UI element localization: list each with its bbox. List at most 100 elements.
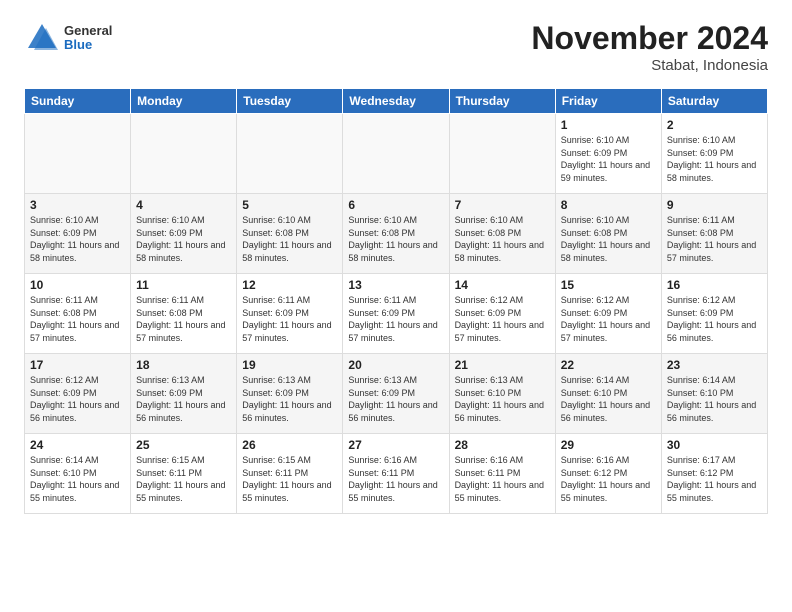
calendar-week-4: 17 Sunrise: 6:12 AM Sunset: 6:09 PM Dayli… bbox=[25, 354, 768, 434]
day-info: Sunrise: 6:14 AM Sunset: 6:10 PM Dayligh… bbox=[667, 374, 762, 424]
day-number: 30 bbox=[667, 438, 762, 452]
calendar-cell: 3 Sunrise: 6:10 AM Sunset: 6:09 PM Daylig… bbox=[25, 194, 131, 274]
day-number: 25 bbox=[136, 438, 231, 452]
day-number: 7 bbox=[455, 198, 550, 212]
calendar-cell: 23 Sunrise: 6:14 AM Sunset: 6:10 PM Dayli… bbox=[661, 354, 767, 434]
day-info: Sunrise: 6:11 AM Sunset: 6:08 PM Dayligh… bbox=[30, 294, 125, 344]
day-info: Sunrise: 6:16 AM Sunset: 6:11 PM Dayligh… bbox=[348, 454, 443, 504]
calendar-cell: 21 Sunrise: 6:13 AM Sunset: 6:10 PM Dayli… bbox=[449, 354, 555, 434]
day-info: Sunrise: 6:10 AM Sunset: 6:09 PM Dayligh… bbox=[561, 134, 656, 184]
calendar-cell: 20 Sunrise: 6:13 AM Sunset: 6:09 PM Dayli… bbox=[343, 354, 449, 434]
day-info: Sunrise: 6:12 AM Sunset: 6:09 PM Dayligh… bbox=[667, 294, 762, 344]
calendar-cell: 14 Sunrise: 6:12 AM Sunset: 6:09 PM Dayli… bbox=[449, 274, 555, 354]
calendar-week-5: 24Sunrise: 6:14 AM Sunset: 6:10 PM Dayli… bbox=[25, 434, 768, 514]
calendar-cell: 24Sunrise: 6:14 AM Sunset: 6:10 PM Dayli… bbox=[25, 434, 131, 514]
location: Stabat, Indonesia bbox=[531, 57, 768, 74]
day-info: Sunrise: 6:10 AM Sunset: 6:09 PM Dayligh… bbox=[667, 134, 762, 184]
day-info: Sunrise: 6:12 AM Sunset: 6:09 PM Dayligh… bbox=[561, 294, 656, 344]
calendar-cell bbox=[449, 114, 555, 194]
calendar-cell bbox=[131, 114, 237, 194]
calendar-cell: 10Sunrise: 6:11 AM Sunset: 6:08 PM Dayli… bbox=[25, 274, 131, 354]
calendar-cell: 29Sunrise: 6:16 AM Sunset: 6:12 PM Dayli… bbox=[555, 434, 661, 514]
calendar-cell: 18 Sunrise: 6:13 AM Sunset: 6:09 PM Dayli… bbox=[131, 354, 237, 434]
calendar-cell bbox=[343, 114, 449, 194]
calendar-cell bbox=[25, 114, 131, 194]
day-number: 18 bbox=[136, 358, 231, 372]
day-number: 22 bbox=[561, 358, 656, 372]
day-info: Sunrise: 6:13 AM Sunset: 6:09 PM Dayligh… bbox=[242, 374, 337, 424]
calendar-header: Sunday Monday Tuesday Wednesday Thursday… bbox=[25, 89, 768, 114]
col-saturday: Saturday bbox=[661, 89, 767, 114]
day-info: Sunrise: 6:12 AM Sunset: 6:09 PM Dayligh… bbox=[30, 374, 125, 424]
day-number: 17 bbox=[30, 358, 125, 372]
logo: General Blue bbox=[24, 20, 112, 56]
calendar-week-1: 1 Sunrise: 6:10 AM Sunset: 6:09 PM Daylig… bbox=[25, 114, 768, 194]
title-block: November 2024 Stabat, Indonesia bbox=[531, 20, 768, 74]
day-number: 21 bbox=[455, 358, 550, 372]
month-title: November 2024 bbox=[531, 20, 768, 57]
day-number: 16 bbox=[667, 278, 762, 292]
day-info: Sunrise: 6:13 AM Sunset: 6:09 PM Dayligh… bbox=[136, 374, 231, 424]
col-monday: Monday bbox=[131, 89, 237, 114]
calendar-cell: 4 Sunrise: 6:10 AM Sunset: 6:09 PM Daylig… bbox=[131, 194, 237, 274]
day-number: 23 bbox=[667, 358, 762, 372]
day-info: Sunrise: 6:16 AM Sunset: 6:12 PM Dayligh… bbox=[561, 454, 656, 504]
day-info: Sunrise: 6:17 AM Sunset: 6:12 PM Dayligh… bbox=[667, 454, 762, 504]
col-sunday: Sunday bbox=[25, 89, 131, 114]
day-info: Sunrise: 6:11 AM Sunset: 6:08 PM Dayligh… bbox=[667, 214, 762, 264]
day-info: Sunrise: 6:13 AM Sunset: 6:10 PM Dayligh… bbox=[455, 374, 550, 424]
day-info: Sunrise: 6:14 AM Sunset: 6:10 PM Dayligh… bbox=[561, 374, 656, 424]
day-number: 8 bbox=[561, 198, 656, 212]
day-info: Sunrise: 6:16 AM Sunset: 6:11 PM Dayligh… bbox=[455, 454, 550, 504]
calendar-cell: 7Sunrise: 6:10 AM Sunset: 6:08 PM Daylig… bbox=[449, 194, 555, 274]
calendar-cell: 15 Sunrise: 6:12 AM Sunset: 6:09 PM Dayli… bbox=[555, 274, 661, 354]
day-info: Sunrise: 6:15 AM Sunset: 6:11 PM Dayligh… bbox=[242, 454, 337, 504]
logo-blue: Blue bbox=[64, 38, 112, 52]
day-number: 28 bbox=[455, 438, 550, 452]
calendar-cell: 25 Sunrise: 6:15 AM Sunset: 6:11 PM Dayli… bbox=[131, 434, 237, 514]
day-number: 1 bbox=[561, 118, 656, 132]
calendar-cell bbox=[237, 114, 343, 194]
calendar-cell: 8Sunrise: 6:10 AM Sunset: 6:08 PM Daylig… bbox=[555, 194, 661, 274]
day-info: Sunrise: 6:10 AM Sunset: 6:09 PM Dayligh… bbox=[136, 214, 231, 264]
day-number: 2 bbox=[667, 118, 762, 132]
day-info: Sunrise: 6:15 AM Sunset: 6:11 PM Dayligh… bbox=[136, 454, 231, 504]
calendar-cell: 28 Sunrise: 6:16 AM Sunset: 6:11 PM Dayli… bbox=[449, 434, 555, 514]
day-number: 9 bbox=[667, 198, 762, 212]
day-number: 3 bbox=[30, 198, 125, 212]
day-number: 12 bbox=[242, 278, 337, 292]
day-info: Sunrise: 6:11 AM Sunset: 6:08 PM Dayligh… bbox=[136, 294, 231, 344]
day-number: 5 bbox=[242, 198, 337, 212]
col-tuesday: Tuesday bbox=[237, 89, 343, 114]
calendar-cell: 16 Sunrise: 6:12 AM Sunset: 6:09 PM Dayli… bbox=[661, 274, 767, 354]
calendar-cell: 6Sunrise: 6:10 AM Sunset: 6:08 PM Daylig… bbox=[343, 194, 449, 274]
day-number: 19 bbox=[242, 358, 337, 372]
logo-general: General bbox=[64, 24, 112, 38]
day-number: 26 bbox=[242, 438, 337, 452]
calendar-cell: 19 Sunrise: 6:13 AM Sunset: 6:09 PM Dayli… bbox=[237, 354, 343, 434]
calendar: Sunday Monday Tuesday Wednesday Thursday… bbox=[24, 88, 768, 514]
day-info: Sunrise: 6:12 AM Sunset: 6:09 PM Dayligh… bbox=[455, 294, 550, 344]
calendar-body: 1 Sunrise: 6:10 AM Sunset: 6:09 PM Daylig… bbox=[25, 114, 768, 514]
col-friday: Friday bbox=[555, 89, 661, 114]
day-number: 15 bbox=[561, 278, 656, 292]
calendar-cell: 22 Sunrise: 6:14 AM Sunset: 6:10 PM Dayli… bbox=[555, 354, 661, 434]
day-number: 14 bbox=[455, 278, 550, 292]
calendar-cell: 1 Sunrise: 6:10 AM Sunset: 6:09 PM Daylig… bbox=[555, 114, 661, 194]
calendar-week-2: 3 Sunrise: 6:10 AM Sunset: 6:09 PM Daylig… bbox=[25, 194, 768, 274]
logo-icon bbox=[24, 20, 60, 56]
calendar-cell: 9 Sunrise: 6:11 AM Sunset: 6:08 PM Daylig… bbox=[661, 194, 767, 274]
day-info: Sunrise: 6:11 AM Sunset: 6:09 PM Dayligh… bbox=[242, 294, 337, 344]
day-info: Sunrise: 6:13 AM Sunset: 6:09 PM Dayligh… bbox=[348, 374, 443, 424]
col-wednesday: Wednesday bbox=[343, 89, 449, 114]
day-info: Sunrise: 6:10 AM Sunset: 6:08 PM Dayligh… bbox=[242, 214, 337, 264]
day-info: Sunrise: 6:10 AM Sunset: 6:09 PM Dayligh… bbox=[30, 214, 125, 264]
day-number: 11 bbox=[136, 278, 231, 292]
day-number: 20 bbox=[348, 358, 443, 372]
calendar-cell: 27Sunrise: 6:16 AM Sunset: 6:11 PM Dayli… bbox=[343, 434, 449, 514]
calendar-cell: 11 Sunrise: 6:11 AM Sunset: 6:08 PM Dayli… bbox=[131, 274, 237, 354]
page: General Blue November 2024 Stabat, Indon… bbox=[0, 0, 792, 524]
logo-name: General Blue bbox=[64, 24, 112, 53]
day-number: 4 bbox=[136, 198, 231, 212]
day-info: Sunrise: 6:10 AM Sunset: 6:08 PM Dayligh… bbox=[348, 214, 443, 264]
